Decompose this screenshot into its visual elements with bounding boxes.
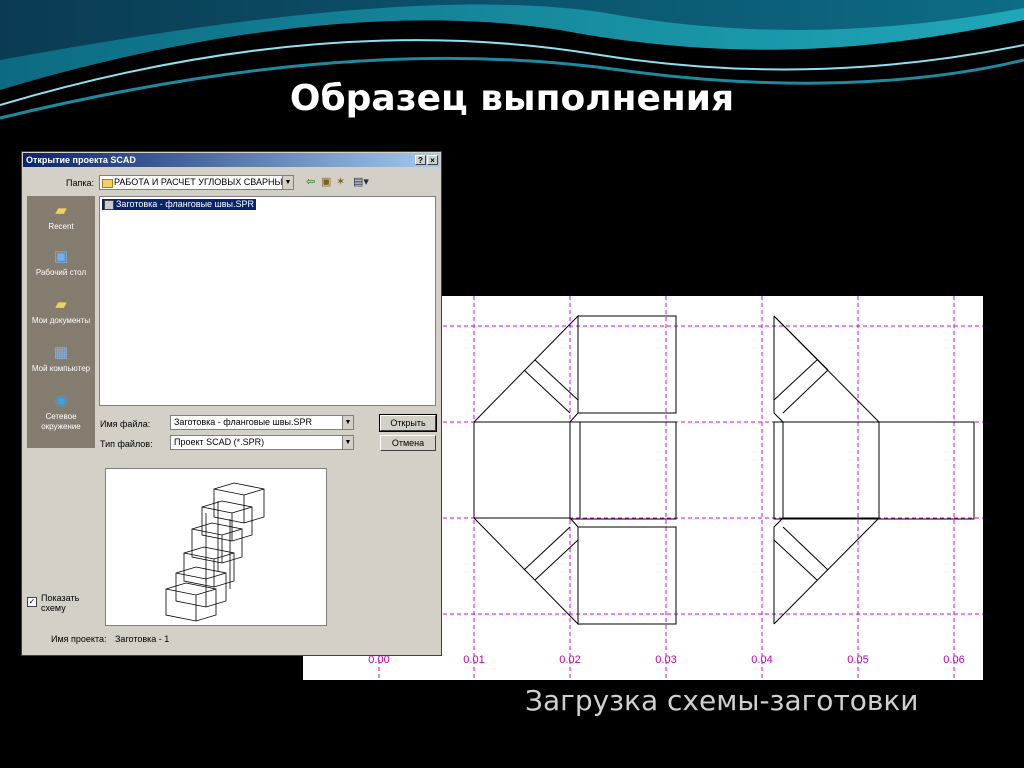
file-list[interactable]: Заготовка - фланговые швы.SPR <box>99 196 436 406</box>
preview-drawing <box>165 482 265 622</box>
folder-label: Папка: <box>66 178 94 188</box>
chevron-down-icon[interactable]: ▼ <box>342 416 353 429</box>
place-desktop[interactable]: ▣ Рабочий стол <box>27 248 95 278</box>
cancel-button[interactable]: Отмена <box>380 435 436 451</box>
dialog-titlebar[interactable]: Открытие проекта SCAD ? × <box>23 153 440 167</box>
scheme-preview <box>105 468 327 626</box>
spr-file-icon <box>104 199 114 210</box>
filename-input[interactable]: Заготовка - фланговые швы.SPR ▼ <box>170 415 354 430</box>
open-project-dialog: Открытие проекта SCAD ? × Папка: РАБОТА … <box>21 151 442 656</box>
desktop-icon: ▣ <box>53 248 69 265</box>
show-scheme-label: Показать схему <box>41 593 80 613</box>
project-name-value: Заготовка - 1 <box>115 634 170 644</box>
chevron-down-icon[interactable]: ▼ <box>342 436 353 449</box>
new-folder-icon[interactable]: ✶ <box>336 176 345 188</box>
chevron-down-icon[interactable]: ▼ <box>282 176 293 189</box>
filename-label: Имя файла: <box>100 419 151 429</box>
folder-value: РАБОТА И РАСЧЕТ УГЛОВЫХ СВАРНЫХ Ш <box>114 177 294 187</box>
folder-select[interactable]: РАБОТА И РАСЧЕТ УГЛОВЫХ СВАРНЫХ Ш ▼ <box>99 175 294 190</box>
grid-lines <box>378 296 983 680</box>
place-documents[interactable]: ▰ Мои документы <box>29 296 93 326</box>
computer-icon: ▦ <box>53 344 69 361</box>
recent-folder-icon: ▰ <box>55 202 67 219</box>
documents-icon: ▰ <box>55 296 67 313</box>
up-folder-icon[interactable]: ▣ <box>321 176 331 188</box>
axis-label: 0.01 <box>463 654 484 666</box>
show-scheme-checkbox[interactable]: ✓ <box>27 597 37 607</box>
scheme-lines <box>473 314 975 626</box>
place-computer[interactable]: ▦ Мой компьютер <box>29 344 93 374</box>
axis-label: 0.06 <box>943 654 964 666</box>
place-network[interactable]: ◉ Сетевое окружение <box>29 392 93 432</box>
place-recent[interactable]: ▰ Recent <box>27 202 95 232</box>
filetype-select[interactable]: Проект SCAD (*.SPR) ▼ <box>170 435 354 450</box>
help-button[interactable]: ? <box>415 155 426 165</box>
view-menu-icon[interactable]: ▤▾ <box>353 176 369 188</box>
header-waves <box>0 0 1024 120</box>
filetype-label: Тип файлов: <box>100 439 153 449</box>
axis-label: 0.04 <box>751 654 772 666</box>
axis-label: 0.02 <box>559 654 580 666</box>
axis-label: 0.03 <box>655 654 676 666</box>
axis-label: 0.05 <box>847 654 868 666</box>
project-name-label: Имя проекта: <box>51 634 107 644</box>
axis-labels: 0.00 0.01 0.02 0.03 0.04 0.05 0.06 <box>368 654 964 666</box>
network-icon: ◉ <box>54 392 68 409</box>
places-bar: ▰ Recent ▣ Рабочий стол ▰ Мои документы … <box>27 196 95 448</box>
slide-title: Образец выполнения <box>289 78 735 119</box>
folder-icon <box>102 179 113 188</box>
close-button[interactable]: × <box>427 155 438 165</box>
dialog-title: Открытие проекта SCAD <box>26 155 136 165</box>
slide-subtitle: Загрузка схемы-заготовки <box>525 684 919 717</box>
list-item[interactable]: Заготовка - фланговые швы.SPR <box>102 199 257 210</box>
back-icon[interactable]: ⇦ <box>306 176 315 188</box>
open-button[interactable]: Открыть <box>379 414 437 432</box>
